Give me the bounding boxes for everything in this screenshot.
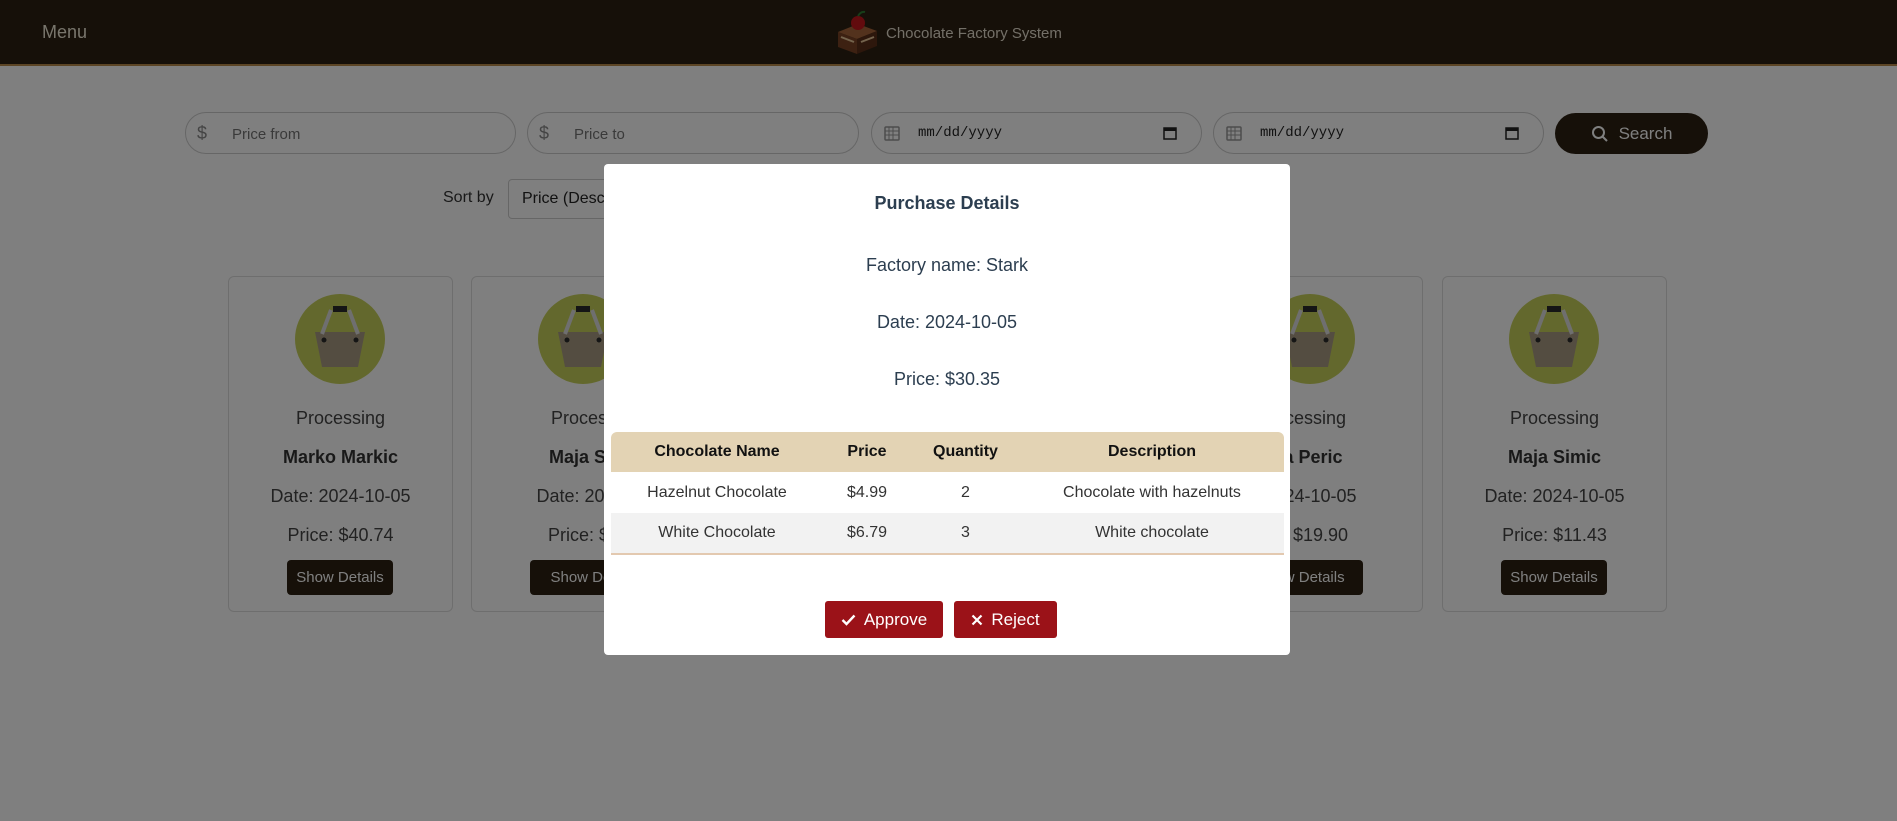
column-header: Description: [1020, 432, 1284, 472]
approve-button[interactable]: Approve: [825, 601, 943, 638]
reject-label: Reject: [991, 609, 1040, 629]
check-icon: [841, 614, 856, 626]
approve-label: Approve: [863, 609, 928, 629]
factory-name: Factory name: Stark: [865, 255, 1029, 275]
table-row: White Chocolate $6.79 3 White chocolate: [611, 513, 1284, 555]
table-cell: 3: [911, 513, 1020, 555]
table-cell: $4.99: [846, 483, 888, 501]
table-header-row: Chocolate Name Price Quantity Descriptio…: [611, 432, 1284, 472]
chocolate-items-table: Chocolate Name Price Quantity Descriptio…: [611, 432, 1284, 555]
x-icon: [972, 614, 983, 625]
table-cell: $6.79: [823, 513, 911, 555]
modal-title: Purchase Details: [874, 193, 1020, 213]
column-header: Quantity: [911, 432, 1020, 472]
table-cell: White Chocolate: [611, 513, 823, 555]
modal-actions: Approve Reject: [825, 601, 1057, 638]
purchase-price: Price: $30.35: [893, 369, 1001, 389]
column-header: Chocolate Name: [611, 432, 823, 472]
purchase-details-modal: Purchase Details Factory name: Stark Dat…: [604, 164, 1290, 655]
reject-button[interactable]: Reject: [954, 601, 1057, 638]
table-cell: Hazelnut Chocolate: [647, 483, 787, 501]
purchase-date: Date: 2024-10-05: [876, 312, 1018, 332]
column-header: Price: [823, 432, 911, 472]
table-cell: White chocolate: [1020, 513, 1284, 555]
table-cell: 2: [961, 483, 970, 501]
table-row: Hazelnut Chocolate $4.99 2 Chocolate wit…: [611, 472, 1284, 513]
table-cell: Chocolate with hazelnuts: [1063, 483, 1241, 501]
